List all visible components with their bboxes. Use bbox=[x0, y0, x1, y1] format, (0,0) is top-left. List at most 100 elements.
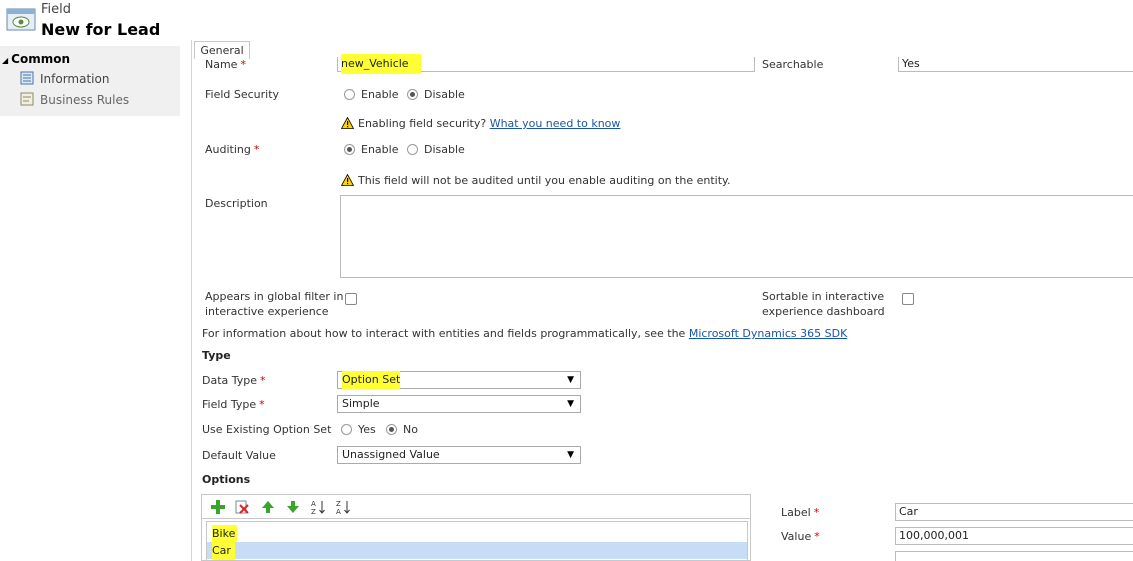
radio-label: Enable bbox=[361, 88, 399, 101]
radio-label: Enable bbox=[361, 143, 399, 156]
svg-text:Z: Z bbox=[336, 500, 341, 508]
auditing-disable-radio[interactable]: Disable bbox=[407, 143, 465, 156]
searchable-select[interactable]: Yes bbox=[898, 57, 1133, 72]
field-security-warning: Enabling field security? What you need t… bbox=[341, 117, 620, 130]
option-label: Bike bbox=[212, 525, 238, 542]
field-type-label-text: Field Type bbox=[202, 398, 257, 411]
required-marker: * bbox=[260, 374, 266, 387]
radio-selected-icon bbox=[386, 424, 397, 435]
required-marker: * bbox=[259, 398, 265, 411]
chevron-down-icon: ▼ bbox=[567, 399, 574, 409]
data-type-label: Data Type * bbox=[202, 374, 266, 387]
options-toolbar: AZ ZA bbox=[202, 495, 750, 519]
warning-text: This field will not be audited until you… bbox=[358, 174, 731, 187]
chevron-down-icon: ▼ bbox=[567, 375, 574, 385]
description-textarea[interactable] bbox=[340, 195, 1133, 278]
name-field-label: Name * bbox=[205, 58, 246, 71]
sidebar: ◢ Common Information Business Rules bbox=[0, 46, 180, 116]
options-editor: AZ ZA Bike Car bbox=[201, 494, 751, 561]
field-entity-icon bbox=[6, 8, 36, 31]
information-icon bbox=[20, 71, 34, 85]
options-section-heading: Options bbox=[202, 473, 251, 486]
sort-ascending-icon[interactable]: AZ bbox=[310, 499, 326, 515]
default-value-value: Unassigned Value bbox=[342, 448, 440, 461]
field-type-label: Field Type * bbox=[202, 398, 265, 411]
default-value-select[interactable]: Unassigned Value ▼ bbox=[337, 446, 581, 464]
radio-selected-icon bbox=[344, 144, 355, 155]
sort-descending-icon[interactable]: ZA bbox=[335, 499, 351, 515]
add-option-icon[interactable] bbox=[210, 499, 226, 515]
sidebar-section-common[interactable]: ◢ Common bbox=[2, 52, 70, 66]
sidebar-item-label: Business Rules bbox=[40, 93, 130, 107]
label-line: Sortable in interactive bbox=[762, 290, 885, 303]
radio-icon bbox=[341, 424, 352, 435]
warning-icon bbox=[341, 117, 354, 129]
svg-text:Z: Z bbox=[311, 508, 316, 515]
required-marker: * bbox=[814, 530, 820, 543]
description-label: Description bbox=[205, 197, 268, 210]
list-item[interactable]: Bike bbox=[207, 525, 747, 542]
warning-text: Enabling field security? bbox=[358, 117, 487, 130]
option-label-label-text: Label bbox=[781, 506, 811, 519]
entity-type-label: Field bbox=[41, 2, 72, 17]
sdk-info-text: For information about how to interact wi… bbox=[202, 327, 686, 340]
required-marker: * bbox=[240, 58, 246, 71]
default-value-label: Default Value bbox=[202, 449, 276, 462]
radio-selected-icon bbox=[407, 89, 418, 100]
global-filter-label: Appears in global filter in interactive e… bbox=[205, 289, 343, 319]
type-section-heading: Type bbox=[202, 349, 231, 362]
label-line: interactive experience bbox=[205, 305, 329, 318]
sidebar-item-information[interactable]: Information bbox=[20, 71, 109, 86]
options-list: Bike Car bbox=[206, 521, 748, 561]
required-marker: * bbox=[813, 506, 820, 519]
auditing-enable-radio[interactable]: Enable bbox=[344, 143, 398, 156]
radio-label: No bbox=[403, 423, 418, 436]
auditing-warning: This field will not be audited until you… bbox=[341, 174, 730, 187]
option-value-input[interactable]: 100,000,001 bbox=[895, 527, 1133, 545]
field-type-value: Simple bbox=[342, 397, 380, 410]
radio-label: Disable bbox=[424, 143, 465, 156]
page-title: New for Lead bbox=[41, 20, 161, 39]
page-header: Field New for Lead bbox=[0, 0, 1133, 40]
dynamics-sdk-link[interactable]: Microsoft Dynamics 365 SDK bbox=[689, 327, 847, 340]
svg-text:A: A bbox=[336, 508, 341, 515]
radio-icon bbox=[407, 144, 418, 155]
field-security-label: Field Security bbox=[205, 88, 280, 101]
option-label-input[interactable]: Car bbox=[895, 503, 1133, 521]
use-existing-no-radio[interactable]: No bbox=[386, 423, 418, 436]
radio-icon bbox=[344, 89, 355, 100]
name-input[interactable]: new_Vehicle bbox=[337, 54, 755, 74]
data-type-value: Option Set bbox=[342, 371, 401, 389]
tab-general[interactable]: General bbox=[194, 41, 250, 59]
list-item-selected[interactable]: Car bbox=[207, 542, 747, 560]
move-down-icon[interactable] bbox=[285, 499, 301, 515]
option-value-label-text: Value bbox=[781, 530, 812, 543]
svg-text:A: A bbox=[311, 500, 316, 508]
option-label: Car bbox=[212, 542, 235, 560]
data-type-label-text: Data Type bbox=[202, 374, 258, 387]
auditing-label: Auditing * bbox=[205, 143, 259, 156]
global-filter-checkbox[interactable] bbox=[345, 293, 357, 305]
sidebar-item-business-rules[interactable]: Business Rules bbox=[20, 92, 129, 107]
label-line: experience dashboard bbox=[762, 305, 885, 318]
use-existing-option-set-label: Use Existing Option Set bbox=[202, 423, 332, 436]
field-type-select[interactable]: Simple ▼ bbox=[337, 395, 581, 413]
searchable-label: Searchable bbox=[762, 58, 824, 71]
name-value: new_Vehicle bbox=[341, 54, 421, 74]
option-extra-input[interactable] bbox=[895, 551, 1133, 561]
data-type-select[interactable]: Option Set ▼ bbox=[337, 371, 581, 389]
chevron-down-icon: ▼ bbox=[567, 450, 574, 460]
use-existing-yes-radio[interactable]: Yes bbox=[341, 423, 376, 436]
what-you-need-to-know-link[interactable]: What you need to know bbox=[490, 117, 621, 130]
move-up-icon[interactable] bbox=[260, 499, 276, 515]
collapse-caret-icon[interactable]: ◢ bbox=[2, 56, 8, 65]
sortable-label: Sortable in interactive experience dashbo… bbox=[762, 289, 885, 319]
sdk-info: For information about how to interact wi… bbox=[202, 327, 847, 340]
sortable-checkbox[interactable] bbox=[902, 293, 914, 305]
delete-option-icon[interactable] bbox=[234, 499, 250, 515]
radio-label: Disable bbox=[424, 88, 465, 101]
field-security-disable-radio[interactable]: Disable bbox=[407, 88, 465, 101]
name-label-text: Name bbox=[205, 58, 238, 71]
option-value-label: Value * bbox=[781, 530, 820, 543]
field-security-enable-radio[interactable]: Enable bbox=[344, 88, 398, 101]
